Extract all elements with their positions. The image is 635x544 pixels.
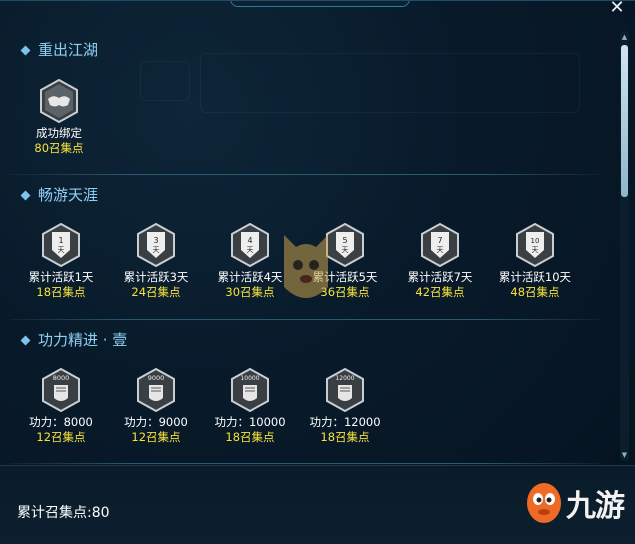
close-icon: ✕ xyxy=(609,0,625,18)
fist-badge-icon: 9000 xyxy=(137,368,175,412)
reward-name: 功力：9000 xyxy=(124,415,188,429)
diamond-icon xyxy=(20,45,31,55)
reward-item-power-8000[interactable]: 8000 功力：8000 12召集点 xyxy=(18,368,104,445)
reward-name: 累计活跃3天 xyxy=(123,270,189,284)
section-title-text: 重出江湖 xyxy=(38,41,99,59)
handshake-badge-icon xyxy=(40,79,78,123)
reward-item-active-3[interactable]: 3 天 累计活跃3天 24召集点 xyxy=(113,223,199,300)
shield-badge-icon: 10 天 xyxy=(516,223,554,267)
svg-text:1: 1 xyxy=(58,236,63,245)
fist-badge-icon: 8000 xyxy=(42,368,80,412)
reward-points: 42召集点 xyxy=(415,285,465,299)
reward-item-power-10000[interactable]: 10000 功力：10000 18召集点 xyxy=(207,368,293,445)
reward-item-active-1[interactable]: 1 天 累计活跃1天 18召集点 xyxy=(18,223,104,300)
svg-text:5: 5 xyxy=(342,236,347,245)
reward-name: 功力：12000 xyxy=(309,415,381,429)
reward-item-bind[interactable]: 成功绑定 80召集点 xyxy=(16,79,102,156)
fist-badge-icon: 10000 xyxy=(231,368,269,412)
section-divider xyxy=(10,174,600,175)
reward-name: 功力：8000 xyxy=(29,415,93,429)
reward-points: 18召集点 xyxy=(225,430,275,444)
section-title-text: 功力精进 · 壹 xyxy=(38,331,128,349)
section-title-active: 畅游天涯 xyxy=(20,185,99,205)
section-divider xyxy=(10,463,600,464)
svg-text:10000: 10000 xyxy=(240,375,259,382)
total-points-label: 累计召集点:80 xyxy=(17,505,110,521)
jiuyou-logo-icon xyxy=(527,483,561,523)
svg-text:7: 7 xyxy=(437,236,442,245)
svg-text:天: 天 xyxy=(342,246,349,254)
reward-item-power-12000[interactable]: 12000 功力：12000 18召集点 xyxy=(302,368,388,445)
svg-text:12000: 12000 xyxy=(335,375,354,382)
svg-text:10: 10 xyxy=(531,237,540,245)
svg-text:天: 天 xyxy=(437,246,444,254)
scroll-up-icon[interactable]: ▲ xyxy=(620,33,629,41)
scroll-thumb[interactable] xyxy=(621,45,628,197)
section-divider xyxy=(10,319,600,320)
reward-item-active-7[interactable]: 7 天 累计活跃7天 42召集点 xyxy=(397,223,483,300)
section-title-reunion: 重出江湖 xyxy=(20,40,99,60)
fist-badge-icon: 12000 xyxy=(326,368,364,412)
section-title-text: 畅游天涯 xyxy=(38,186,99,204)
reward-name: 成功绑定 xyxy=(36,126,82,140)
reward-points: 24召集点 xyxy=(131,285,181,299)
svg-text:天: 天 xyxy=(153,246,160,254)
reward-name: 累计活跃7天 xyxy=(407,270,473,284)
svg-text:天: 天 xyxy=(247,246,254,254)
reward-name: 累计活跃1天 xyxy=(28,270,94,284)
reward-points: 18召集点 xyxy=(36,285,86,299)
reward-panel: ✕ 重出江湖 成功绑定 80召集点 畅游天涯 1 天 累计活跃1天 18召集点 … xyxy=(0,0,635,544)
reward-item-active-10[interactable]: 10 天 累计活跃10天 48召集点 xyxy=(492,223,578,300)
svg-text:天: 天 xyxy=(58,246,65,254)
diamond-icon xyxy=(20,335,31,345)
shield-badge-icon: 7 天 xyxy=(421,223,459,267)
reward-points: 48召集点 xyxy=(510,285,560,299)
svg-text:4: 4 xyxy=(247,236,252,245)
scrollbar[interactable]: ▲ ▼ xyxy=(620,31,629,461)
reward-name: 累计活跃10天 xyxy=(498,270,572,284)
diamond-icon xyxy=(20,190,31,200)
svg-text:9000: 9000 xyxy=(148,374,165,382)
svg-text:8000: 8000 xyxy=(53,374,70,382)
reward-points: 18召集点 xyxy=(320,430,370,444)
reward-item-power-9000[interactable]: 9000 功力：9000 12召集点 xyxy=(113,368,199,445)
close-button[interactable]: ✕ xyxy=(605,0,629,19)
reward-points: 12召集点 xyxy=(36,430,86,444)
svg-text:天: 天 xyxy=(532,246,539,254)
svg-text:3: 3 xyxy=(153,236,158,245)
jiuyou-logo-text: 九游 xyxy=(566,489,625,524)
shield-badge-icon: 3 天 xyxy=(137,223,175,267)
mascot-watermark xyxy=(284,235,328,298)
shield-badge-icon: 1 天 xyxy=(42,223,80,267)
title-tab xyxy=(230,1,410,7)
reward-name: 功力：10000 xyxy=(214,415,286,429)
scroll-down-icon[interactable]: ▼ xyxy=(620,451,629,459)
shield-badge-icon: 4 天 xyxy=(231,223,269,267)
reward-points: 12召集点 xyxy=(131,430,181,444)
section-title-power: 功力精进 · 壹 xyxy=(20,330,128,350)
reward-points: 80召集点 xyxy=(34,141,84,155)
